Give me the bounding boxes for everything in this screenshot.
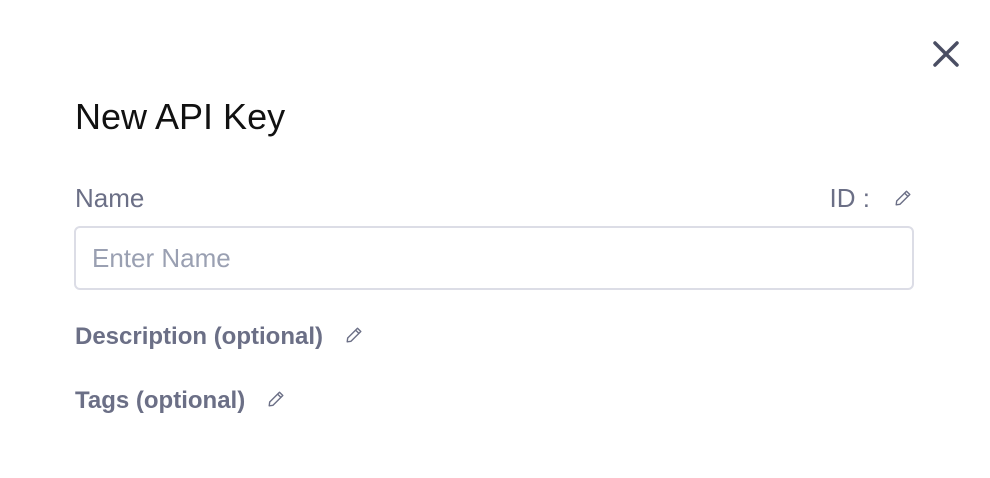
id-field: ID : [830,182,912,214]
pencil-icon [268,391,284,407]
close-icon [933,41,959,67]
name-label: Name [75,183,145,213]
new-api-key-dialog: New API Key Name ID : Description (optio… [0,0,990,478]
pencil-icon [895,190,911,206]
description-label: Description (optional) [75,323,323,350]
id-edit-button[interactable] [894,189,912,207]
add-description-button[interactable]: Description (optional) [75,322,363,352]
id-label: ID : [829,183,870,213]
dialog-title: New API Key [75,96,286,137]
pencil-icon [346,327,362,343]
add-tags-button[interactable]: Tags (optional) [75,386,285,416]
tags-label: Tags (optional) [75,387,246,414]
name-input[interactable] [74,226,914,290]
description-edit-button[interactable] [345,326,363,344]
close-button[interactable] [928,36,964,72]
tags-edit-button[interactable] [267,390,285,408]
